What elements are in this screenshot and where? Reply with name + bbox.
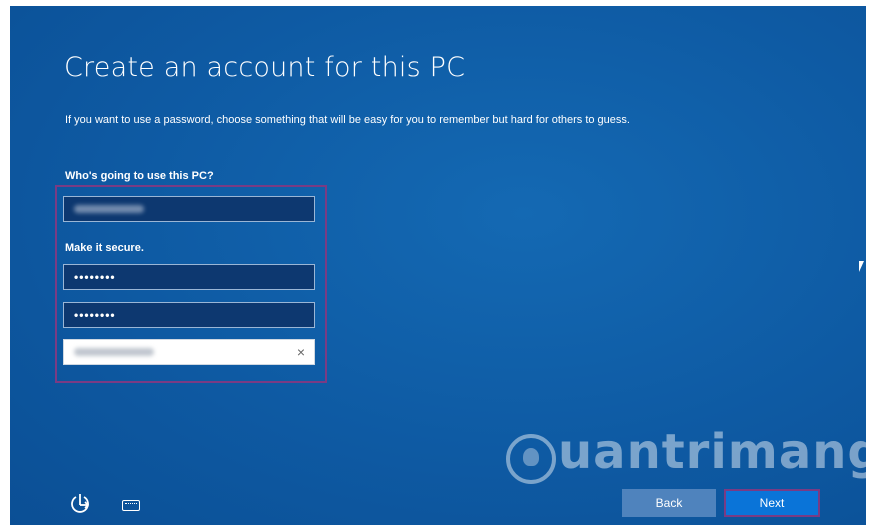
ease-of-access-glyph: [71, 494, 90, 513]
password-hint-input[interactable]: ×: [63, 339, 315, 365]
mouse-cursor-icon: [859, 261, 866, 272]
back-button[interactable]: Back: [622, 489, 716, 517]
ease-of-access-icon[interactable]: [70, 493, 94, 519]
keyboard-icon[interactable]: [122, 500, 140, 511]
reenter-password-value: ••••••••: [74, 308, 116, 322]
username-value-blurred: [74, 205, 144, 213]
watermark-text: uantrimang: [558, 424, 866, 480]
hint-value-blurred: [74, 348, 154, 356]
clear-icon[interactable]: ×: [297, 344, 306, 360]
secure-label: Make it secure.: [65, 242, 144, 254]
page-title: Create an account for this PC: [64, 52, 466, 83]
setup-screen: Create an account for this PC If you wan…: [10, 6, 866, 525]
watermark-logo-icon: [506, 434, 556, 484]
password-input[interactable]: ••••••••: [63, 264, 315, 290]
password-value: ••••••••: [74, 270, 116, 284]
next-button[interactable]: Next: [724, 489, 820, 517]
username-input[interactable]: [63, 196, 315, 222]
username-label: Who's going to use this PC?: [65, 170, 214, 182]
reenter-password-input[interactable]: ••••••••: [63, 302, 315, 328]
page-description: If you want to use a password, choose so…: [65, 114, 630, 126]
